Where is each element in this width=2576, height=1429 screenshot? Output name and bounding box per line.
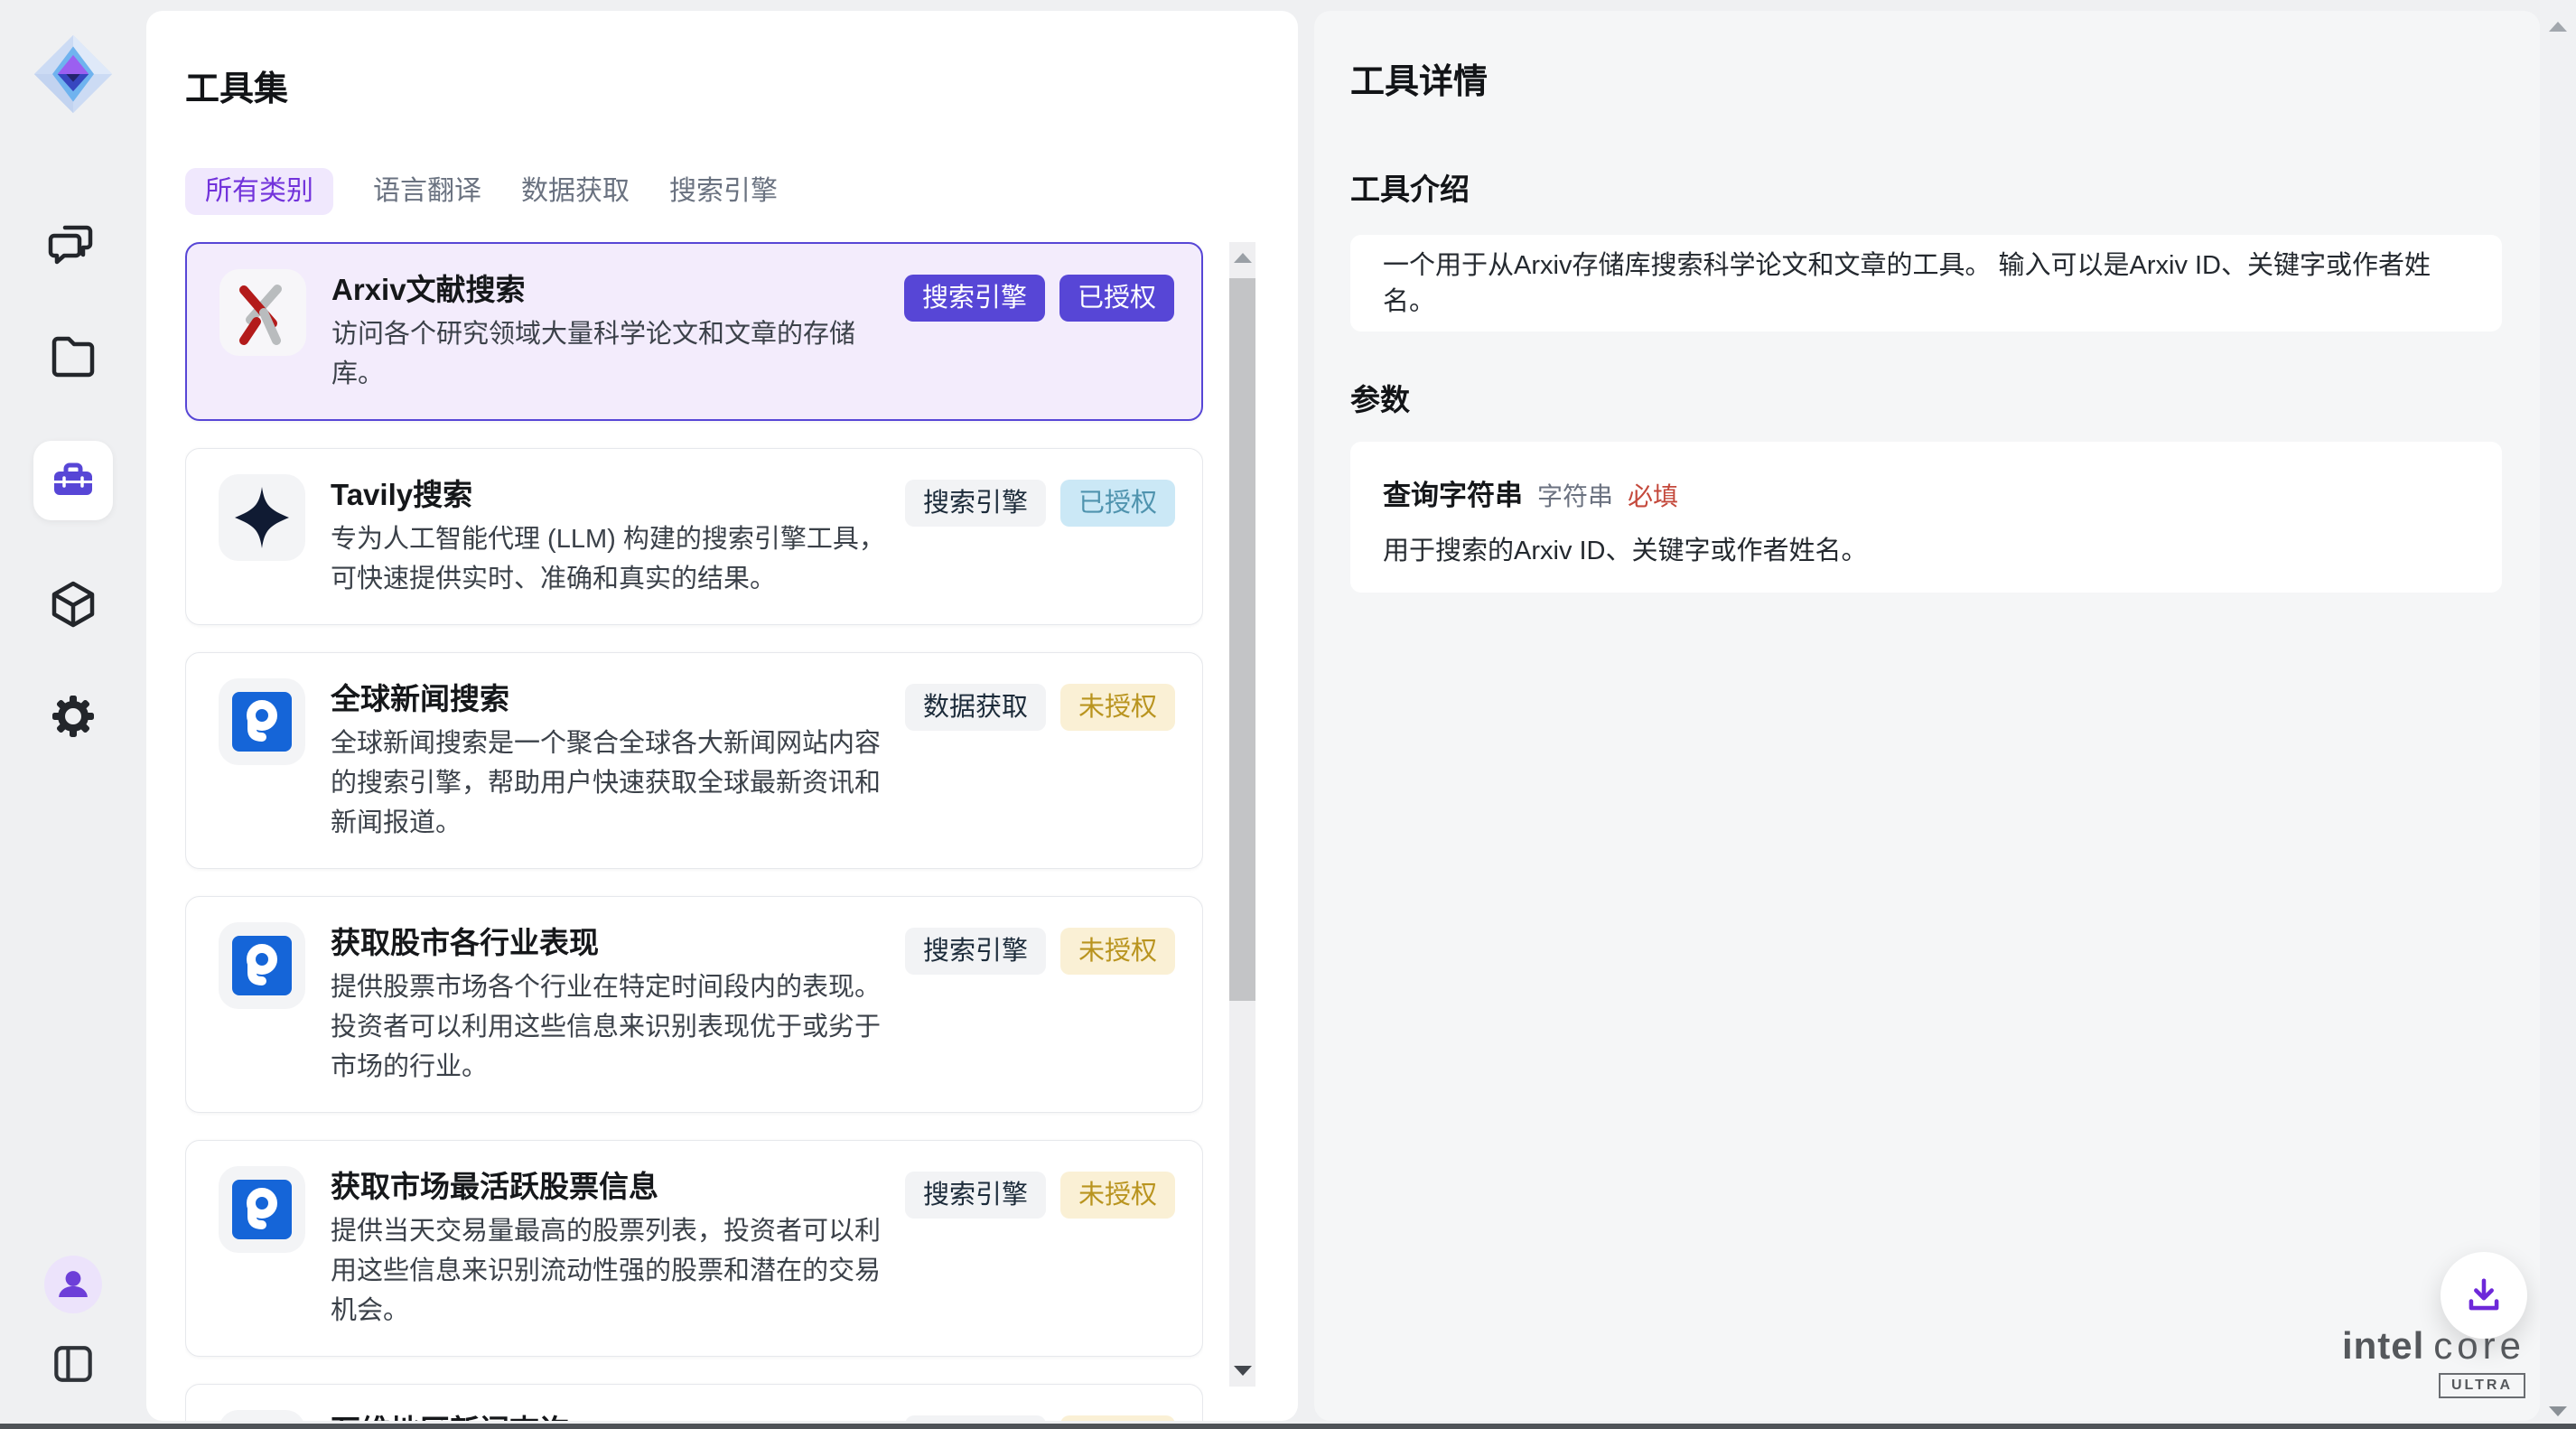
toolbox-icon[interactable] bbox=[33, 441, 113, 520]
param-name: 查询字符串 bbox=[1383, 472, 1523, 513]
app-logo-icon bbox=[32, 33, 115, 116]
tool-list: Arxiv文献搜索 访问各个研究领域大量科学论文和文章的存储库。 搜索引擎 已授… bbox=[185, 242, 1203, 1421]
toolset-panel: 工具集 所有类别 语言翻译 数据获取 搜索引擎 Arxiv文献搜索 访问各个研究… bbox=[146, 11, 1298, 1421]
category-badge: 搜索引擎 bbox=[905, 1172, 1046, 1219]
blue-r-logo-icon bbox=[219, 678, 305, 765]
category-badge: 搜索引擎 bbox=[905, 928, 1046, 975]
params-heading: 参数 bbox=[1350, 382, 2502, 418]
tab-all-categories[interactable]: 所有类别 bbox=[185, 168, 333, 215]
tab-search-engine[interactable]: 搜索引擎 bbox=[669, 168, 778, 215]
window-scrollbar[interactable] bbox=[2540, 0, 2576, 1429]
tool-card-regional-news[interactable]: LOCAL NEW 万维地区新闻查询 查询具体行政区划内的新闻，快速了解各地新闻… bbox=[185, 1384, 1203, 1421]
tavily-star-icon bbox=[219, 474, 305, 561]
tool-description: 全球新闻搜索是一个聚合全球各大新闻网站内容的搜索引擎，帮助用户快速获取全球最新资… bbox=[331, 724, 905, 843]
tool-card-sector-performance[interactable]: 获取股市各行业表现 提供股票市场各个行业在特定时间段内的表现。投资者可以利用这些… bbox=[185, 896, 1203, 1113]
tool-card-text: Tavily搜索 专为人工智能代理 (LLM) 构建的搜索引擎工具，可快速提供实… bbox=[331, 474, 905, 599]
chat-icon[interactable] bbox=[45, 217, 101, 273]
collapse-panel-icon[interactable] bbox=[48, 1339, 98, 1389]
tool-title: 获取市场最活跃股票信息 bbox=[331, 1166, 905, 1208]
tool-card-tavily[interactable]: Tavily搜索 专为人工智能代理 (LLM) 构建的搜索引擎工具，可快速提供实… bbox=[185, 448, 1203, 625]
intro-box: 一个用于从Arxiv存储库搜索科学论文和文章的工具。 输入可以是Arxiv ID… bbox=[1350, 235, 2502, 332]
tool-card-global-news[interactable]: 全球新闻搜索 全球新闻搜索是一个聚合全球各大新闻网站内容的搜索引擎，帮助用户快速… bbox=[185, 652, 1203, 869]
tool-card-text: 全球新闻搜索 全球新闻搜索是一个聚合全球各大新闻网站内容的搜索引擎，帮助用户快速… bbox=[331, 678, 905, 843]
param-description: 用于搜索的Arxiv ID、关键字或作者姓名。 bbox=[1383, 533, 2469, 569]
folder-icon[interactable] bbox=[45, 329, 101, 385]
window-scroll-down-icon[interactable] bbox=[2549, 1406, 2567, 1416]
tool-card-active-stocks[interactable]: 获取市场最活跃股票信息 提供当天交易量最高的股票列表，投资者可以利用这些信息来识… bbox=[185, 1140, 1203, 1357]
tool-title: Tavily搜索 bbox=[331, 474, 905, 516]
intel-core-logo: intelcore ULTRA bbox=[2342, 1324, 2525, 1398]
status-badge: 未授权 bbox=[1060, 928, 1175, 975]
tool-badges: 数据获取 未授权 bbox=[905, 684, 1175, 731]
param-type: 字符串 bbox=[1537, 477, 1613, 513]
status-badge: 未授权 bbox=[1060, 1172, 1175, 1219]
category-badge: 搜索引擎 bbox=[904, 275, 1045, 322]
tool-badges: 搜索引擎 未授权 bbox=[905, 1415, 1175, 1421]
tool-detail-panel: 工具详情 工具介绍 一个用于从Arxiv存储库搜索科学论文和文章的工具。 输入可… bbox=[1314, 11, 2540, 1421]
param-header: 查询字符串 字符串 必填 bbox=[1383, 472, 2469, 513]
param-required-flag: 必填 bbox=[1628, 477, 1678, 513]
param-box: 查询字符串 字符串 必填 用于搜索的Arxiv ID、关键字或作者姓名。 bbox=[1350, 442, 2502, 593]
blue-r-logo-icon bbox=[219, 922, 305, 1009]
tool-card-text: 获取市场最活跃股票信息 提供当天交易量最高的股票列表，投资者可以利用这些信息来识… bbox=[331, 1166, 905, 1331]
tool-title: 全球新闻搜索 bbox=[331, 678, 905, 720]
category-badge: 数据获取 bbox=[905, 684, 1046, 731]
tool-title: 获取股市各行业表现 bbox=[331, 922, 905, 964]
tool-badges: 搜索引擎 未授权 bbox=[905, 1172, 1175, 1219]
tool-card-text: 获取股市各行业表现 提供股票市场各个行业在特定时间段内的表现。投资者可以利用这些… bbox=[331, 922, 905, 1087]
sidebar bbox=[0, 0, 146, 1429]
cube-icon[interactable] bbox=[45, 576, 101, 632]
intro-text: 一个用于从Arxiv存储库搜索科学论文和文章的工具。 输入可以是Arxiv ID… bbox=[1383, 248, 2469, 320]
tool-badges: 搜索引擎 已授权 bbox=[905, 480, 1175, 527]
tool-description: 提供股票市场各个行业在特定时间段内的表现。投资者可以利用这些信息来识别表现优于或… bbox=[331, 967, 905, 1087]
category-badge: 搜索引擎 bbox=[905, 1415, 1046, 1421]
gear-icon[interactable] bbox=[45, 688, 101, 744]
tool-list-scrollbar[interactable] bbox=[1229, 242, 1255, 1387]
status-badge: 已授权 bbox=[1059, 275, 1174, 322]
profile-avatar[interactable] bbox=[44, 1256, 102, 1313]
category-badge: 搜索引擎 bbox=[905, 480, 1046, 527]
blue-r-logo-icon bbox=[219, 1166, 305, 1253]
tool-description: 访问各个研究领域大量科学论文和文章的存储库。 bbox=[331, 314, 904, 394]
status-badge: 已授权 bbox=[1060, 480, 1175, 527]
window-bottom-edge bbox=[0, 1424, 2576, 1429]
sidebar-nav bbox=[33, 217, 113, 744]
tool-card-arxiv[interactable]: Arxiv文献搜索 访问各个研究领域大量科学论文和文章的存储库。 搜索引擎 已授… bbox=[185, 242, 1203, 421]
tool-title: 万维地区新闻查询 bbox=[331, 1410, 905, 1421]
window-scroll-up-icon[interactable] bbox=[2549, 22, 2567, 32]
download-icon bbox=[2460, 1272, 2507, 1319]
toolset-title: 工具集 bbox=[185, 69, 1298, 110]
tab-data-fetch[interactable]: 数据获取 bbox=[521, 168, 630, 215]
scroll-down-icon[interactable] bbox=[1234, 1366, 1252, 1376]
local-news-icon: LOCAL NEW bbox=[219, 1410, 305, 1421]
ultra-badge: ULTRA bbox=[2439, 1373, 2525, 1398]
scrollbar-thumb[interactable] bbox=[1229, 278, 1255, 1001]
tool-badges: 搜索引擎 未授权 bbox=[905, 928, 1175, 975]
status-badge: 未授权 bbox=[1060, 1415, 1175, 1421]
status-badge: 未授权 bbox=[1060, 684, 1175, 731]
tool-card-text: 万维地区新闻查询 查询具体行政区划内的新闻，快速了解各地新闻动态。 bbox=[331, 1410, 905, 1421]
tool-badges: 搜索引擎 已授权 bbox=[904, 275, 1174, 322]
intel-core-text: intelcore bbox=[2342, 1324, 2525, 1368]
detail-title: 工具详情 bbox=[1350, 61, 2502, 103]
tab-language-translation[interactable]: 语言翻译 bbox=[373, 168, 481, 215]
tool-card-text: Arxiv文献搜索 访问各个研究领域大量科学论文和文章的存储库。 bbox=[331, 269, 904, 394]
scroll-up-icon[interactable] bbox=[1234, 253, 1252, 263]
tool-description: 提供当天交易量最高的股票列表，投资者可以利用这些信息来识别流动性强的股票和潜在的… bbox=[331, 1211, 905, 1331]
category-tabs: 所有类别 语言翻译 数据获取 搜索引擎 bbox=[185, 168, 1298, 215]
arxiv-chi-icon bbox=[219, 269, 306, 356]
tool-title: Arxiv文献搜索 bbox=[331, 269, 904, 311]
intro-heading: 工具介绍 bbox=[1350, 172, 2502, 208]
tool-description: 专为人工智能代理 (LLM) 构建的搜索引擎工具，可快速提供实时、准确和真实的结… bbox=[331, 519, 905, 599]
